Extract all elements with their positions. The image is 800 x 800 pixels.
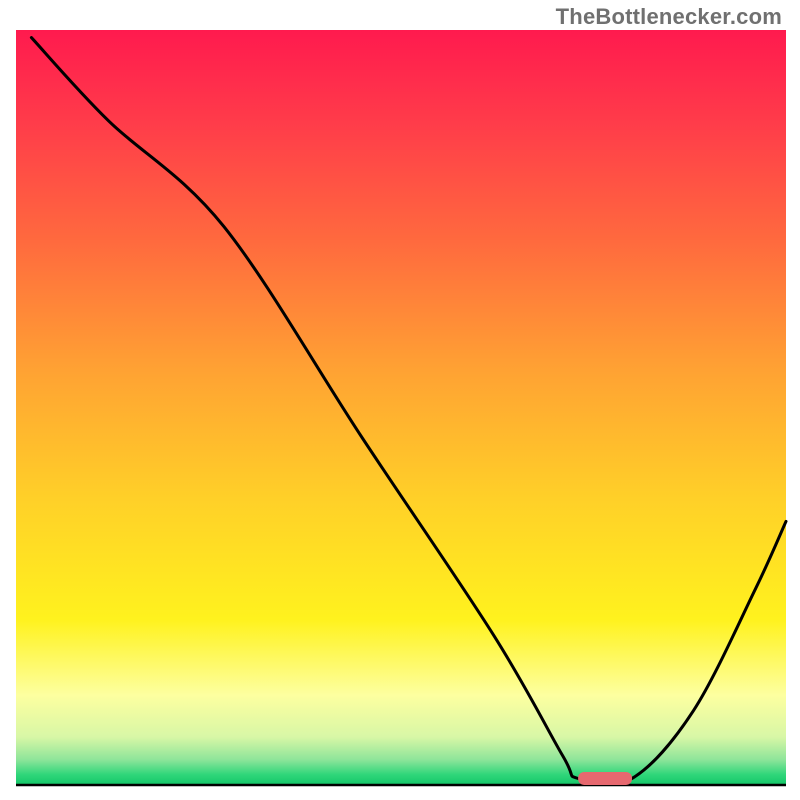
chart-root: TheBottlenecker.com bbox=[0, 0, 800, 800]
chart-background bbox=[16, 30, 786, 786]
minimum-marker bbox=[578, 772, 632, 785]
watermark-text: TheBottlenecker.com bbox=[556, 4, 782, 30]
chart-canvas bbox=[0, 0, 800, 800]
